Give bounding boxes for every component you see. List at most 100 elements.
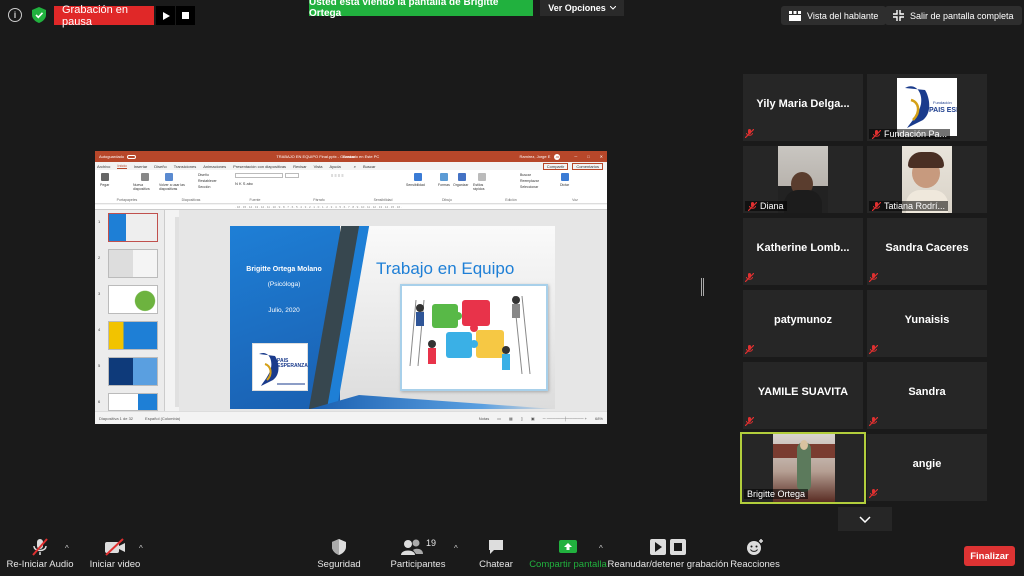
shapes-label[interactable]: Formas	[438, 183, 450, 187]
participants-options-caret[interactable]: ^	[454, 544, 458, 553]
dictate-label[interactable]: Dictar	[560, 183, 569, 187]
slide-thumbnail[interactable]	[108, 357, 158, 386]
menu-presentacion[interactable]: Presentación con diapositivas	[233, 164, 286, 169]
zoom-level[interactable]: 68%	[595, 416, 603, 421]
menu-right: Compartir Comentarios	[542, 162, 603, 170]
stop-icon	[670, 539, 686, 555]
slide-thumbnail[interactable]	[108, 321, 158, 350]
menu-archivo[interactable]: Archivo	[97, 164, 110, 169]
viewing-screen-banner: Usted está viendo la pantalla de Brigitt…	[309, 0, 533, 19]
slide-thumbnail[interactable]	[108, 213, 158, 242]
menu-transiciones[interactable]: Transiciones	[174, 164, 197, 169]
slide-thumbnail[interactable]	[108, 393, 158, 411]
notes-button[interactable]: Notas	[479, 416, 489, 421]
reading-view-icon[interactable]: ▯	[521, 416, 523, 421]
comments-button[interactable]: Comentarios	[572, 162, 603, 170]
group-portapapeles: Portapapeles	[116, 198, 138, 202]
participant-tile[interactable]: Yunaisis	[867, 290, 987, 357]
share-button[interactable]: Compartir	[542, 162, 569, 170]
section-label[interactable]: Sección	[198, 185, 210, 189]
participant-tile[interactable]: Katherine Lomb...	[743, 218, 863, 285]
dictate-icon[interactable]	[561, 173, 569, 181]
menu-revisar[interactable]: Revisar	[293, 164, 307, 169]
participant-tile[interactable]: YAMILE SUAVITA	[743, 362, 863, 429]
participants-button[interactable]: 19 Participantes	[390, 538, 446, 572]
participant-tile[interactable]: Yily Maria Delga...	[743, 74, 863, 141]
record-control-button[interactable]: Reanudar/detener grabación	[608, 538, 728, 572]
encryption-shield-icon[interactable]	[32, 7, 46, 23]
share-screen-button[interactable]: Compartir pantalla	[529, 538, 607, 572]
slideshow-icon[interactable]: ▣	[531, 416, 535, 421]
start-video-button[interactable]: Iniciar video	[86, 538, 144, 572]
chat-button[interactable]: Chatear	[476, 538, 516, 572]
quick-styles-label[interactable]: Estilos rápidos	[473, 183, 493, 191]
normal-view-icon[interactable]: ▭	[497, 416, 501, 421]
find-label[interactable]: Buscar	[520, 173, 531, 177]
view-options-button[interactable]: Ver Opciones	[540, 0, 624, 16]
participant-tile[interactable]: Sandra Caceres	[867, 218, 987, 285]
font-size-box[interactable]	[285, 173, 299, 178]
reuse-slides-icon[interactable]	[165, 173, 173, 181]
select-label[interactable]: Seleccionar	[520, 185, 538, 189]
minimize-icon[interactable]: ─	[574, 154, 577, 159]
menu-ayuda[interactable]: Ayuda	[329, 164, 340, 169]
menu-insertar[interactable]: Insertar	[134, 164, 148, 169]
layout-label[interactable]: Diseño	[198, 173, 209, 177]
menu-inicio[interactable]: Inicio	[117, 163, 127, 169]
participant-tile[interactable]: Tatiana Rodrí...	[867, 146, 987, 213]
participant-tile[interactable]: PAIS ESPERANZA Fundación Fundación Pa...	[867, 74, 990, 141]
reactions-button[interactable]: Reacciones	[730, 538, 780, 572]
slide-bottom-band	[310, 395, 555, 409]
new-slide-label[interactable]: Nueva diapositiva	[133, 183, 159, 191]
current-slide[interactable]: Brigitte Ortega Molano (Psicóloga) Julio…	[230, 226, 555, 409]
new-slide-icon[interactable]	[141, 173, 149, 181]
paragraph-row[interactable]: ≡ ≡ ≡ ≡	[331, 173, 391, 178]
unmute-button[interactable]: Re-Iniciar Audio	[6, 538, 74, 572]
menu-diseno[interactable]: Diseño	[154, 164, 166, 169]
participant-tile[interactable]: angie	[867, 434, 987, 501]
participant-tile[interactable]: Sandra	[867, 362, 987, 429]
font-name-box[interactable]	[235, 173, 283, 178]
quick-styles-icon[interactable]	[478, 173, 486, 181]
video-options-caret[interactable]: ^	[139, 544, 143, 553]
muted-mic-icon	[745, 273, 754, 282]
participant-tile[interactable]: patymunoz	[743, 290, 863, 357]
replace-label[interactable]: Reemplazar	[520, 179, 539, 183]
info-icon[interactable]: i	[8, 8, 22, 22]
participant-tile[interactable]: Diana	[743, 146, 863, 213]
slide-thumbnail[interactable]	[108, 285, 158, 314]
speaker-view-button[interactable]: Vista del hablante	[781, 6, 887, 25]
sorter-view-icon[interactable]: ▦	[509, 416, 513, 421]
security-button[interactable]: Seguridad	[314, 538, 364, 572]
resume-recording-button[interactable]	[156, 6, 175, 25]
pane-resize-handle[interactable]	[701, 278, 704, 296]
paste-label[interactable]: Pegar	[100, 183, 109, 187]
search-icon[interactable]: ⌕	[354, 164, 356, 169]
arrange-label[interactable]: Organizar	[453, 183, 468, 187]
restore-icon[interactable]: □	[587, 154, 589, 159]
active-speaker-tile[interactable]: Brigitte Ortega	[740, 432, 866, 504]
close-icon[interactable]: ✕	[600, 154, 603, 159]
reset-label[interactable]: Restablecer	[198, 179, 217, 183]
autosave-toggle[interactable]	[127, 154, 137, 159]
sensitivity-label[interactable]: Sensibilidad	[406, 183, 425, 187]
gallery-scroll-down-button[interactable]	[838, 507, 892, 531]
paste-icon[interactable]	[101, 173, 109, 181]
menu-vista[interactable]: Vista	[314, 164, 323, 169]
menu-search-label[interactable]: Buscar	[363, 164, 375, 169]
share-options-caret[interactable]: ^	[599, 544, 603, 553]
slide-editing-area[interactable]: Brigitte Ortega Molano (Psicóloga) Julio…	[179, 210, 607, 411]
exit-fullscreen-button[interactable]: Salir de pantalla completa	[885, 6, 1022, 25]
slide-thumbnail[interactable]	[108, 249, 158, 278]
audio-options-caret[interactable]: ^	[65, 544, 69, 553]
reuse-slides-label[interactable]: Volver a usar las diapositivas	[159, 183, 189, 191]
shapes-icon[interactable]	[440, 173, 448, 181]
zoom-slider[interactable]: ─ ──────┼────── +	[543, 416, 587, 421]
menu-animaciones[interactable]: Animaciones	[203, 164, 226, 169]
ppt-search[interactable]: Buscar	[343, 154, 355, 159]
font-format-row[interactable]: N K S abc	[235, 181, 325, 186]
end-meeting-button[interactable]: Finalizar	[964, 546, 1015, 566]
arrange-icon[interactable]	[458, 173, 466, 181]
sensitivity-icon[interactable]	[414, 173, 422, 181]
stop-recording-button[interactable]	[176, 6, 195, 25]
